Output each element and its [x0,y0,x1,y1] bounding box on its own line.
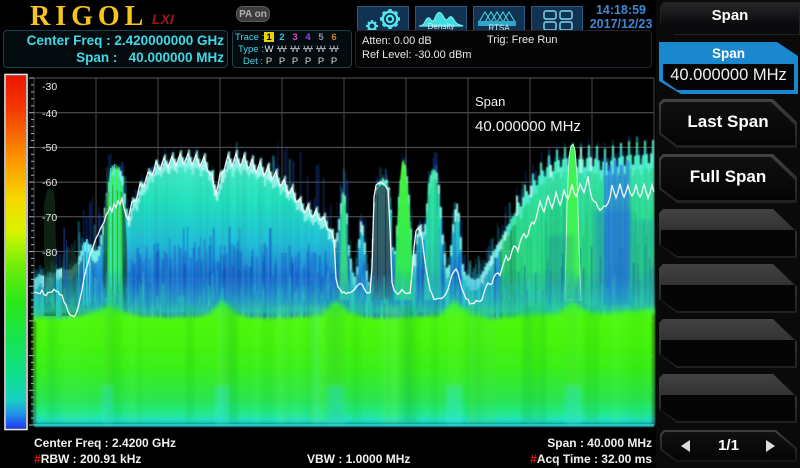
svg-text:6: 6 [331,32,336,43]
svg-text:-50: -50 [42,142,57,154]
svg-text:40.000000 MHz: 40.000000 MHz [475,118,581,135]
svg-text:W: W [278,44,287,55]
svg-text:5: 5 [318,32,324,43]
svg-text:P: P [279,56,285,67]
svg-text:W: W [265,44,274,55]
svg-text:W: W [291,44,300,55]
svg-text:W: W [304,44,313,55]
svg-text:Det :: Det : [243,56,263,67]
svg-text:Type :: Type : [238,44,264,55]
svg-text:4: 4 [305,32,311,43]
svg-text:-80: -80 [42,247,57,259]
svg-text:-70: -70 [42,212,57,224]
svg-text:1: 1 [266,32,272,43]
svg-text:3: 3 [292,32,297,43]
svg-text:P: P [331,56,337,67]
svg-text:Span: Span [475,94,505,109]
svg-text:P: P [305,56,311,67]
svg-text:Trace :: Trace : [235,32,264,43]
svg-text:-60: -60 [42,177,57,189]
svg-text:W: W [330,44,339,55]
svg-text:-40: -40 [42,108,57,120]
svg-text:2: 2 [279,32,284,43]
svg-text:P: P [318,56,324,67]
svg-text:P: P [266,56,272,67]
svg-text:-30: -30 [42,81,57,93]
svg-text:P: P [292,56,298,67]
svg-text:W: W [317,44,326,55]
